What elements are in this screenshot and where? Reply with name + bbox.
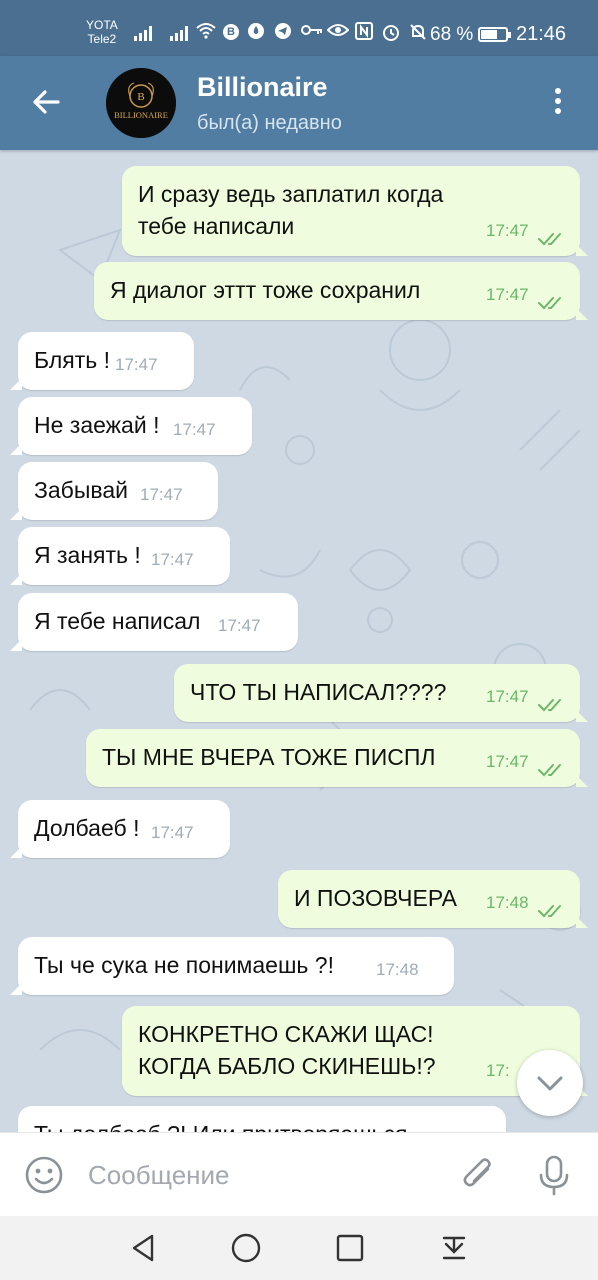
message-time: 17:47 <box>173 420 216 439</box>
outgoing-message[interactable]: КОНКРЕТНО СКАЖИ ЩАС! КОГДА БАБЛО СКИНЕШЬ… <box>122 1006 588 1096</box>
outgoing-message[interactable]: ЧТО ТЫ НАПИСАЛ???? 17:47 <box>174 664 588 722</box>
chat-header: B BILLIONAIRE Billionaire был(а) недавно <box>0 56 598 150</box>
battery-percent: 68 % <box>430 24 474 45</box>
outgoing-message[interactable]: ТЫ МНЕ ВЧЕРА ТОЖЕ ПИСПЛ 17:47 <box>86 729 588 787</box>
scroll-down-button[interactable] <box>517 1050 583 1116</box>
last-seen-status: был(а) недавно <box>197 112 342 134</box>
avatar-letter: B <box>137 91 144 103</box>
message-time: 17:47 <box>115 355 158 374</box>
avatar-brand-text: BILLIONAIRE <box>114 110 168 120</box>
home-nav-icon[interactable] <box>228 1230 264 1266</box>
message-text: КОНКРЕТНО СКАЖИ ЩАС! КОГДА БАБЛО СКИНЕШЬ… <box>138 1021 436 1079</box>
incoming-message[interactable]: Забывай 17:47 <box>10 462 218 520</box>
outgoing-message[interactable]: И сразу ведь заплатил когда тебе написал… <box>122 166 588 256</box>
mute-icon <box>408 22 428 42</box>
message-text: Я диалог эттт тоже сохранил <box>110 277 421 303</box>
avatar[interactable]: B BILLIONAIRE <box>106 68 176 138</box>
flame-icon <box>246 22 266 42</box>
message-text: Я занять ! <box>34 542 141 568</box>
double-check-icon <box>538 764 561 777</box>
double-check-icon <box>538 905 561 918</box>
more-menu-icon[interactable] <box>546 84 570 124</box>
double-check-icon <box>538 233 561 246</box>
eye-icon <box>326 22 350 42</box>
incoming-message[interactable]: Ты че сука не понимаешь ?! 17:48 <box>10 937 454 995</box>
system-nav-bar <box>0 1216 598 1280</box>
chat-title[interactable]: Billionaire <box>197 72 328 103</box>
battery-level <box>481 30 498 39</box>
notifications-nav-icon[interactable] <box>436 1230 472 1266</box>
message-time: 17:47 <box>486 285 529 304</box>
status-icons: B <box>196 22 428 42</box>
key-icon <box>300 22 322 42</box>
carrier-labels: YOTA Tele2 <box>86 18 118 46</box>
outgoing-message[interactable]: И ПОЗОВЧЕРА 17:48 <box>278 870 588 928</box>
incoming-message[interactable]: Ты долбоеб ?! Или притворяешься ?! <box>18 1106 506 1132</box>
message-text: Ты че сука не понимаешь ?! <box>34 952 334 978</box>
message-text: Я тебе написал <box>34 608 201 634</box>
incoming-message[interactable]: Долбаеб ! 17:47 <box>10 800 230 858</box>
message-text: И сразу ведь заплатил когда тебе написал… <box>138 181 444 239</box>
message-time: 17:48 <box>486 893 529 912</box>
message-time: 17:47 <box>486 687 529 706</box>
message-text: Не заежай ! <box>34 412 160 438</box>
microphone-icon[interactable] <box>536 1153 572 1197</box>
incoming-message[interactable]: Я занять ! 17:47 <box>10 527 230 585</box>
message-text: ЧТО ТЫ НАПИСАЛ???? <box>190 679 447 705</box>
message-input-bar <box>0 1132 598 1216</box>
message-time: 17:47 <box>486 221 529 240</box>
message-time: 17:47 <box>151 823 194 842</box>
message-time: 17:48 <box>376 960 419 979</box>
outgoing-message[interactable]: Я диалог эттт тоже сохранил 17:47 <box>94 262 588 320</box>
message-time: 17: <box>486 1061 510 1080</box>
message-text: Ты долбоеб ?! Или притворяешься ?! <box>34 1118 430 1132</box>
message-text: И ПОЗОВЧЕРА <box>294 885 457 911</box>
battery-icon <box>478 27 511 42</box>
nfc-icon <box>354 22 374 42</box>
telegram-icon <box>273 22 293 42</box>
message-text: Долбаеб ! <box>34 815 140 841</box>
clock: 21:46 <box>516 23 567 45</box>
back-nav-icon[interactable] <box>126 1230 162 1266</box>
attach-icon[interactable] <box>458 1155 498 1195</box>
carrier-2: Tele2 <box>87 32 117 46</box>
carrier-1: YOTA <box>86 18 118 32</box>
incoming-message[interactable]: Я тебе написал 17:47 <box>10 593 298 651</box>
signal-icon <box>134 26 152 41</box>
status-bar: YOTA Tele2 B 68 % 21:46 <box>0 0 598 56</box>
signal-icon <box>170 26 188 41</box>
alarm-icon <box>381 22 401 42</box>
message-input[interactable] <box>88 1153 438 1197</box>
incoming-message[interactable]: Не заежай ! 17:47 <box>10 397 252 455</box>
message-text: Блять ! <box>34 347 111 373</box>
message-time: 17:47 <box>151 550 194 569</box>
incoming-message[interactable]: Блять ! 17:47 <box>10 332 194 390</box>
message-text: Забывай <box>34 477 128 503</box>
emoji-icon[interactable] <box>24 1155 64 1195</box>
back-arrow-icon[interactable] <box>30 86 62 118</box>
double-check-icon <box>538 699 561 712</box>
message-time: 17:47 <box>140 485 183 504</box>
message-time: 17:47 <box>218 616 261 635</box>
wifi-icon <box>196 22 216 42</box>
double-check-icon <box>538 297 561 310</box>
message-time: 17:47 <box>486 752 529 771</box>
message-list[interactable]: И сразу ведь заплатил когда тебе написал… <box>0 150 598 1132</box>
recents-nav-icon[interactable] <box>332 1230 368 1266</box>
b-icon: B <box>223 24 239 40</box>
chevron-down-icon <box>537 1076 563 1091</box>
message-text: ТЫ МНЕ ВЧЕРА ТОЖЕ ПИСПЛ <box>102 744 436 770</box>
